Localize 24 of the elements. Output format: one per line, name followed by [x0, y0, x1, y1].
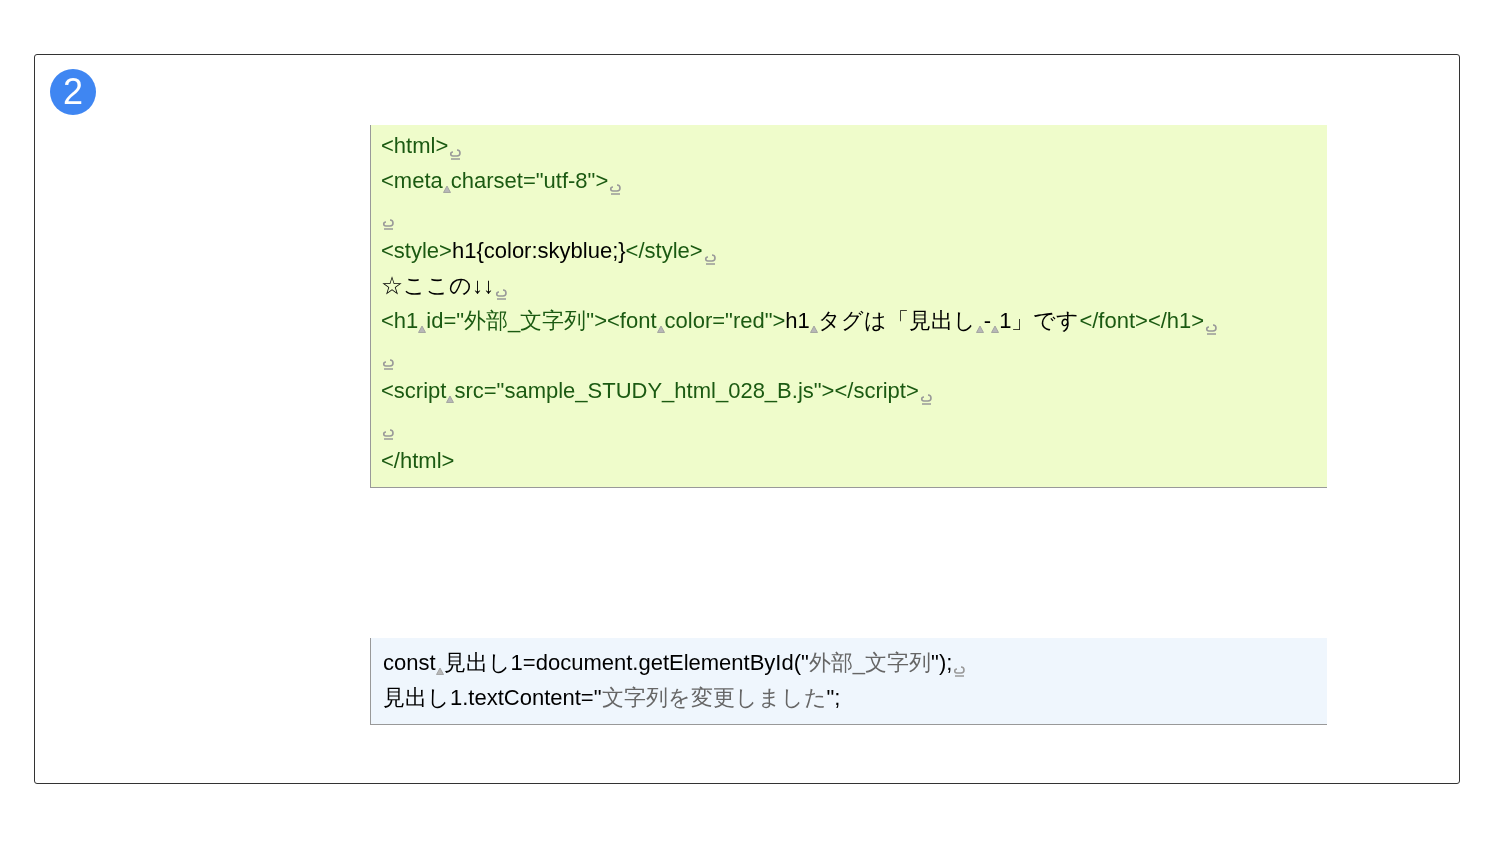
step-number-badge: 2	[50, 69, 96, 115]
space-mark-icon	[656, 325, 665, 333]
code-text: </html>	[381, 447, 455, 475]
space-mark-icon	[809, 325, 818, 333]
code-text: const	[383, 649, 436, 677]
space-mark-icon	[442, 185, 451, 193]
space-mark-icon	[435, 667, 444, 675]
code-text: <style>h1{color:skyblue;}</style>	[381, 237, 703, 265]
code-text: <html>	[381, 132, 449, 160]
code-text: <script	[381, 377, 447, 405]
code-text: color="red">h1	[664, 307, 810, 335]
code-text: 見出し1=document.getElementById("外部_文字列");	[443, 649, 953, 677]
code-text: <meta	[381, 167, 443, 195]
code-text: id="外部_文字列"><font	[426, 307, 657, 335]
code-text: 1」です</font></h1>	[999, 307, 1205, 335]
code-text: 見出し1.textContent="文字列を変更しました";	[383, 684, 841, 712]
code-text: -	[983, 307, 992, 335]
code-text: タグは「見出し	[817, 307, 976, 335]
space-mark-icon	[446, 395, 455, 403]
code-text: src="sample_STUDY_html_028_B.js"></script>	[454, 377, 919, 405]
code-text: ☆ここの↓↓	[381, 272, 494, 300]
space-mark-icon	[418, 325, 427, 333]
code-text: <h1	[381, 307, 419, 335]
code-text: charset="utf-8">	[450, 167, 609, 195]
